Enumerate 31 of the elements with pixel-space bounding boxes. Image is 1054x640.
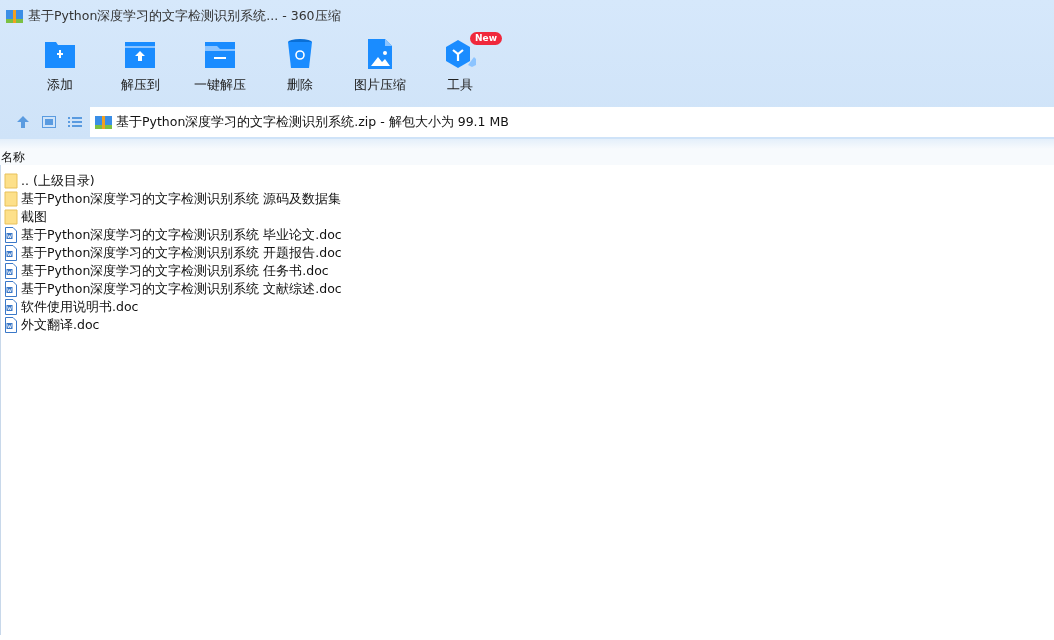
document-icon (4, 299, 18, 315)
hexagon-tool-icon (443, 38, 477, 70)
archive-icon (95, 114, 112, 130)
file-name[interactable]: 基于Python深度学习的文字检测识别系统 源码及数据集 (21, 189, 342, 209)
window-title: 基于Python深度学习的文字检测识别系统... - 360压缩 (28, 6, 341, 25)
folder-icon (4, 191, 18, 207)
file-name[interactable]: 软件使用说明书.doc (21, 297, 139, 317)
toolbar-button[interactable]: 工具 New (420, 32, 500, 105)
toolbar-button[interactable]: 添加 (20, 32, 100, 105)
file-name[interactable]: 基于Python深度学习的文字检测识别系统 毕业论文.doc (21, 225, 342, 245)
toolbar-button[interactable]: 图片压缩 (340, 32, 420, 105)
document-icon (4, 317, 18, 333)
file-name[interactable]: 基于Python深度学习的文字检测识别系统 任务书.doc (21, 261, 329, 281)
column-header[interactable]: 名称 (1, 150, 25, 164)
address-field[interactable]: 基于Python深度学习的文字检测识别系统.zip - 解包大小为 99.1 MB (90, 107, 1054, 137)
folder-icon (4, 209, 18, 225)
document-icon (4, 245, 18, 261)
file-name[interactable]: .. (上级目录) (21, 171, 95, 191)
archive-icon (6, 8, 23, 24)
folder-icon (4, 173, 18, 189)
document-icon (4, 281, 18, 297)
file-name[interactable]: 截图 (21, 207, 47, 227)
new-badge: New (470, 32, 502, 45)
document-icon (4, 263, 18, 279)
file-name[interactable]: 基于Python深度学习的文字检测识别系统 开题报告.doc (21, 243, 342, 263)
document-icon (4, 227, 18, 243)
toolbar-button[interactable]: 解压到 (100, 32, 180, 105)
file-name[interactable]: 外文翻译.doc (21, 315, 100, 335)
file-name[interactable]: 基于Python深度学习的文字检测识别系统 文献综述.doc (21, 279, 342, 299)
toolbar-button[interactable]: 删除 (260, 32, 340, 105)
toolbar-button[interactable]: 一键解压 (180, 32, 260, 105)
